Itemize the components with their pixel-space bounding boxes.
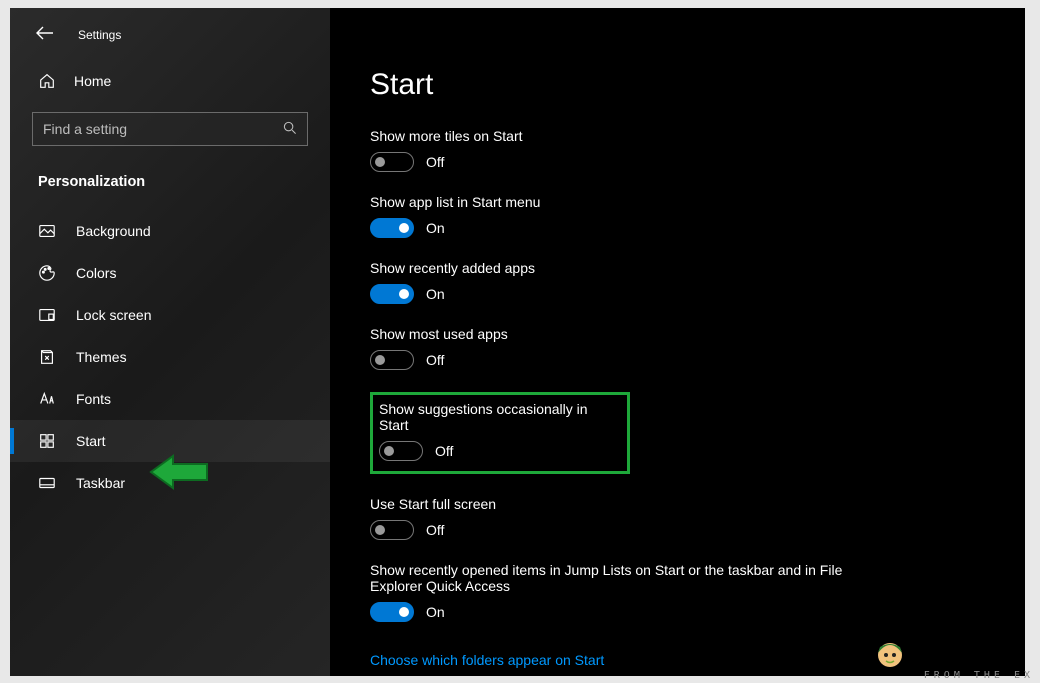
setting-label: Show most used apps — [370, 326, 985, 342]
back-button[interactable] — [36, 26, 54, 44]
watermark-text: FROM THE EX — [924, 670, 1034, 681]
setting-label: Show app list in Start menu — [370, 194, 985, 210]
setting-label: Show recently opened items in Jump Lists… — [370, 562, 870, 594]
toggle-suggestions[interactable] — [379, 441, 423, 461]
toggle-state: On — [426, 286, 445, 302]
home-icon — [38, 72, 56, 90]
sidebar-item-background[interactable]: Background — [10, 210, 330, 252]
setting-show-app-list: Show app list in Start menu On — [370, 194, 985, 238]
mascot-avatar-icon — [870, 637, 910, 677]
settings-window: Settings Home Personalization Background… — [10, 8, 1025, 676]
setting-label: Use Start full screen — [370, 496, 985, 512]
lock-screen-icon — [38, 306, 56, 324]
toggle-show-more-tiles[interactable] — [370, 152, 414, 172]
sidebar-item-label: Start — [76, 433, 106, 449]
home-nav[interactable]: Home — [10, 62, 330, 100]
titlebar: Settings — [10, 20, 330, 62]
palette-icon — [38, 264, 56, 282]
toggle-show-app-list[interactable] — [370, 218, 414, 238]
sidebar-item-themes[interactable]: Themes — [10, 336, 330, 378]
sidebar-item-label: Themes — [76, 349, 127, 365]
sidebar-item-fonts[interactable]: Fonts — [10, 378, 330, 420]
toggle-most-used[interactable] — [370, 350, 414, 370]
sidebar-item-start[interactable]: Start — [10, 420, 330, 462]
highlighted-setting: Show suggestions occasionally in Start O… — [370, 392, 630, 474]
setting-full-screen: Use Start full screen Off — [370, 496, 985, 540]
main-content: Start Show more tiles on Start Off Show … — [330, 8, 1025, 676]
sidebar-item-label: Lock screen — [76, 307, 151, 323]
toggle-state: On — [426, 604, 445, 620]
home-label: Home — [74, 73, 111, 89]
setting-show-more-tiles: Show more tiles on Start Off — [370, 128, 985, 172]
sidebar-item-label: Background — [76, 223, 151, 239]
fonts-icon — [38, 390, 56, 408]
setting-label: Show suggestions occasionally in Start — [379, 401, 617, 433]
setting-recently-added: Show recently added apps On — [370, 260, 985, 304]
setting-most-used: Show most used apps Off — [370, 326, 985, 370]
toggle-state: Off — [426, 352, 444, 368]
toggle-state: Off — [426, 154, 444, 170]
nav-list: Background Colors Lock screen Themes Fon… — [10, 210, 330, 504]
sidebar-item-label: Colors — [76, 265, 116, 281]
toggle-state: Off — [435, 443, 453, 459]
toggle-recently-added[interactable] — [370, 284, 414, 304]
sidebar-item-lock-screen[interactable]: Lock screen — [10, 294, 330, 336]
search-input[interactable] — [43, 121, 283, 137]
setting-label: Show recently added apps — [370, 260, 985, 276]
page-title: Start — [370, 68, 985, 102]
setting-label: Show more tiles on Start — [370, 128, 985, 144]
toggle-state: Off — [426, 522, 444, 538]
toggle-jump-lists[interactable] — [370, 602, 414, 622]
toggle-state: On — [426, 220, 445, 236]
setting-jump-lists: Show recently opened items in Jump Lists… — [370, 562, 985, 622]
image-icon — [38, 222, 56, 240]
sidebar-item-taskbar[interactable]: Taskbar — [10, 462, 330, 504]
sidebar-item-label: Taskbar — [76, 475, 125, 491]
themes-icon — [38, 348, 56, 366]
search-box[interactable] — [32, 112, 308, 146]
sidebar-item-colors[interactable]: Colors — [10, 252, 330, 294]
sidebar: Settings Home Personalization Background… — [10, 8, 330, 676]
sidebar-item-label: Fonts — [76, 391, 111, 407]
section-title: Personalization — [10, 166, 330, 200]
search-icon — [283, 121, 297, 138]
toggle-full-screen[interactable] — [370, 520, 414, 540]
choose-folders-link[interactable]: Choose which folders appear on Start — [370, 652, 604, 668]
window-title: Settings — [78, 28, 121, 42]
taskbar-icon — [38, 474, 56, 492]
start-icon — [38, 432, 56, 450]
